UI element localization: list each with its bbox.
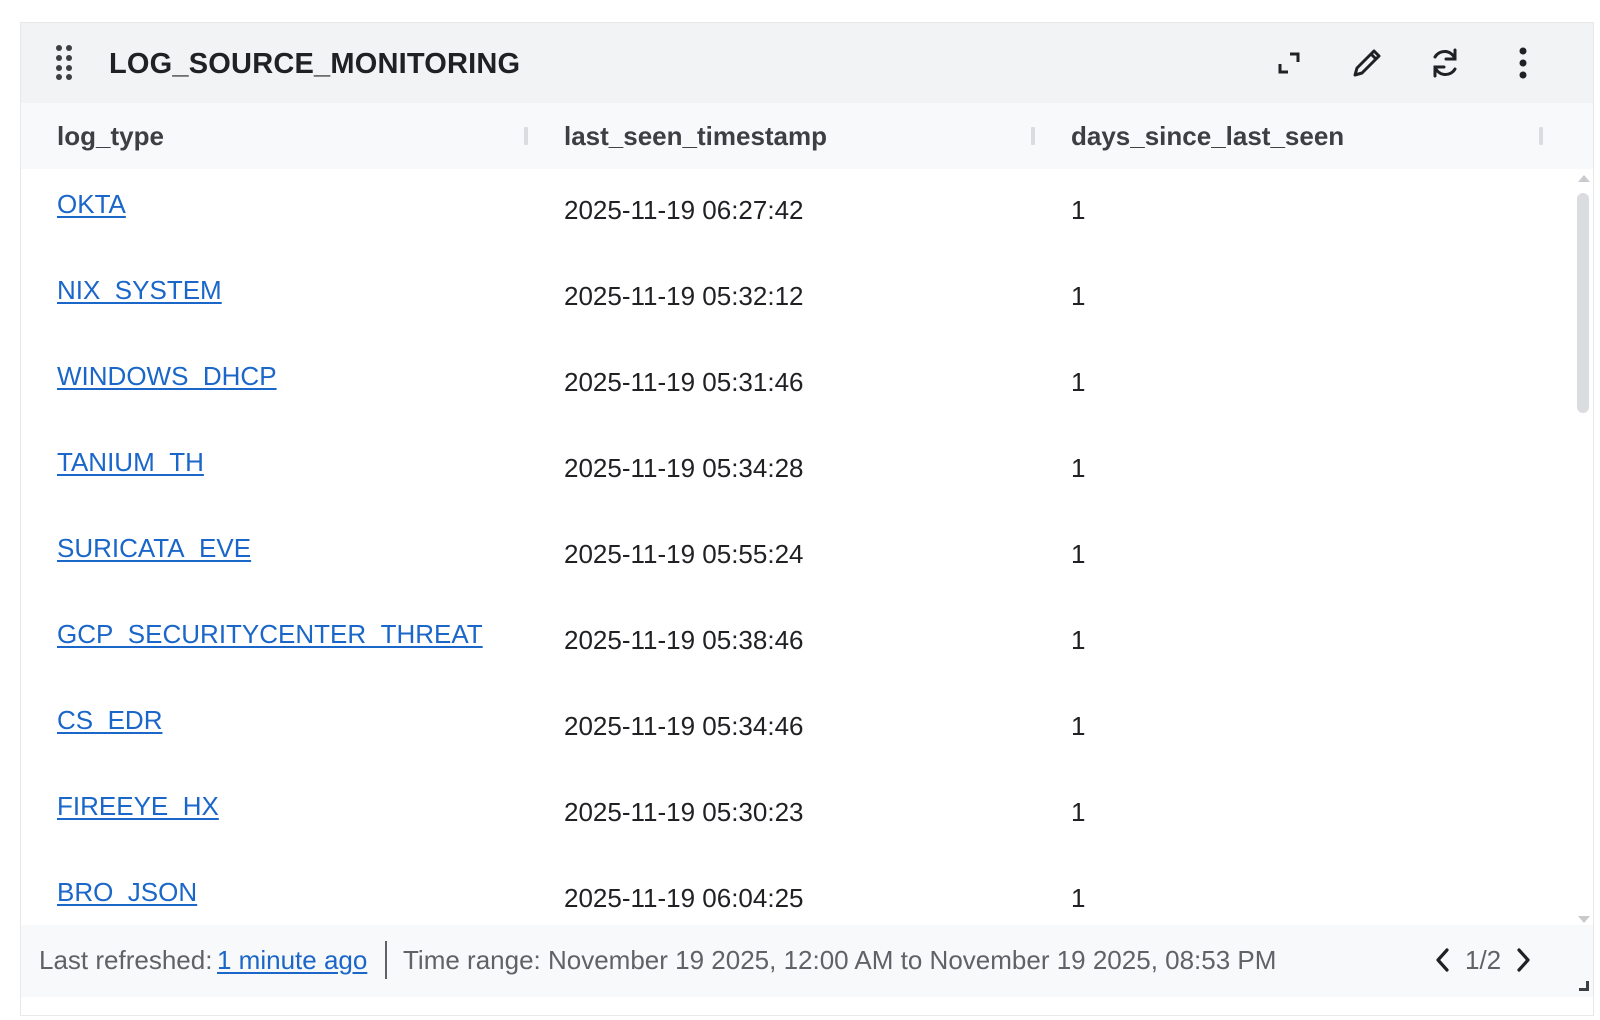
column-resizer[interactable] [1031,127,1035,145]
column-resizer[interactable] [524,127,528,145]
more-vert-icon [1518,46,1528,80]
table-row: GCP_SECURITYCENTER_THREAT 2025-11-19 05:… [21,599,1571,685]
table-body: OKTA 2025-11-19 06:27:42 1 NIX_SYSTEM 20… [21,169,1571,925]
footer-divider [385,941,387,979]
log-type-link[interactable]: TANIUM_TH [57,447,204,478]
log-type-link[interactable]: BRO_JSON [57,877,197,908]
pencil-icon [1350,46,1384,80]
scrollbar-thumb[interactable] [1577,193,1589,413]
log-type-link[interactable]: CS_EDR [57,705,162,736]
scroll-down-arrow-icon[interactable] [1578,916,1590,923]
next-page-button[interactable] [1513,945,1533,975]
expand-icon [1276,50,1302,76]
log-type-link[interactable]: OKTA [57,189,126,220]
last-refreshed-label: Last refreshed: [39,945,213,975]
vertical-scrollbar[interactable] [1573,169,1591,925]
days-since-last-seen-cell: 1 [1071,625,1086,655]
log-type-link[interactable]: GCP_SECURITYCENTER_THREAT [57,619,483,650]
log-type-link[interactable]: FIREEYE_HX [57,791,219,822]
more-options-button[interactable] [1503,43,1543,83]
column-header-days-since-last-seen[interactable]: days_since_last_seen [1071,103,1344,169]
time-range-text: Time range: November 19 2025, 12:00 AM t… [403,945,1277,975]
scroll-up-arrow-icon[interactable] [1578,175,1590,182]
last-seen-timestamp-cell: 2025-11-19 05:34:28 [564,453,804,483]
chevron-right-icon [1513,948,1533,981]
edit-button[interactable] [1347,43,1387,83]
panel-header: LOG_SOURCE_MONITORING [21,23,1593,103]
log-source-monitoring-panel: LOG_SOURCE_MONITORING log_type last_seen… [20,22,1594,1016]
panel-footer: Last refreshed: 1 minute ago Time range:… [21,925,1593,997]
days-since-last-seen-cell: 1 [1071,883,1086,913]
page-indicator: 1/2 [1465,945,1502,975]
days-since-last-seen-cell: 1 [1071,195,1086,225]
days-since-last-seen-cell: 1 [1071,797,1086,827]
table-row: NIX_SYSTEM 2025-11-19 05:32:12 1 [21,255,1571,341]
panel-title: LOG_SOURCE_MONITORING [109,48,521,80]
table-row: TANIUM_TH 2025-11-19 05:34:28 1 [21,427,1571,513]
column-header-last-seen-timestamp[interactable]: last_seen_timestamp [564,103,827,169]
last-seen-timestamp-cell: 2025-11-19 05:31:46 [564,367,804,397]
column-resizer[interactable] [1539,127,1543,145]
last-seen-timestamp-cell: 2025-11-19 05:30:23 [564,797,804,827]
panel-resize-handle[interactable] [1579,981,1589,991]
last-refreshed-link[interactable]: 1 minute ago [217,945,367,976]
days-since-last-seen-cell: 1 [1071,367,1086,397]
expand-button[interactable] [1269,43,1309,83]
log-type-link[interactable]: NIX_SYSTEM [57,275,222,306]
chevron-left-icon [1433,948,1453,981]
log-type-link[interactable]: SURICATA_EVE [57,533,251,564]
days-since-last-seen-cell: 1 [1071,281,1086,311]
refresh-button[interactable] [1425,43,1465,83]
table-row: OKTA 2025-11-19 06:27:42 1 [21,169,1571,255]
days-since-last-seen-cell: 1 [1071,711,1086,741]
last-seen-timestamp-cell: 2025-11-19 05:34:46 [564,711,804,741]
last-seen-timestamp-cell: 2025-11-19 06:04:25 [564,883,804,913]
table-row: SURICATA_EVE 2025-11-19 05:55:24 1 [21,513,1571,599]
table-row: CS_EDR 2025-11-19 05:34:46 1 [21,685,1571,771]
last-seen-timestamp-cell: 2025-11-19 05:38:46 [564,625,804,655]
last-seen-timestamp-cell: 2025-11-19 05:32:12 [564,281,804,311]
previous-page-button[interactable] [1433,945,1453,975]
table-row: WINDOWS_DHCP 2025-11-19 05:31:46 1 [21,341,1571,427]
last-seen-timestamp-cell: 2025-11-19 06:27:42 [564,195,804,225]
days-since-last-seen-cell: 1 [1071,539,1086,569]
column-header-log-type[interactable]: log_type [57,103,164,169]
refresh-icon [1428,46,1462,80]
table-header-row: log_type last_seen_timestamp days_since_… [21,103,1593,169]
last-seen-timestamp-cell: 2025-11-19 05:55:24 [564,539,804,569]
log-type-link[interactable]: WINDOWS_DHCP [57,361,277,392]
table-row: BRO_JSON 2025-11-19 06:04:25 1 [21,857,1571,925]
drag-handle-icon[interactable] [55,44,73,80]
days-since-last-seen-cell: 1 [1071,453,1086,483]
table-row: FIREEYE_HX 2025-11-19 05:30:23 1 [21,771,1571,857]
